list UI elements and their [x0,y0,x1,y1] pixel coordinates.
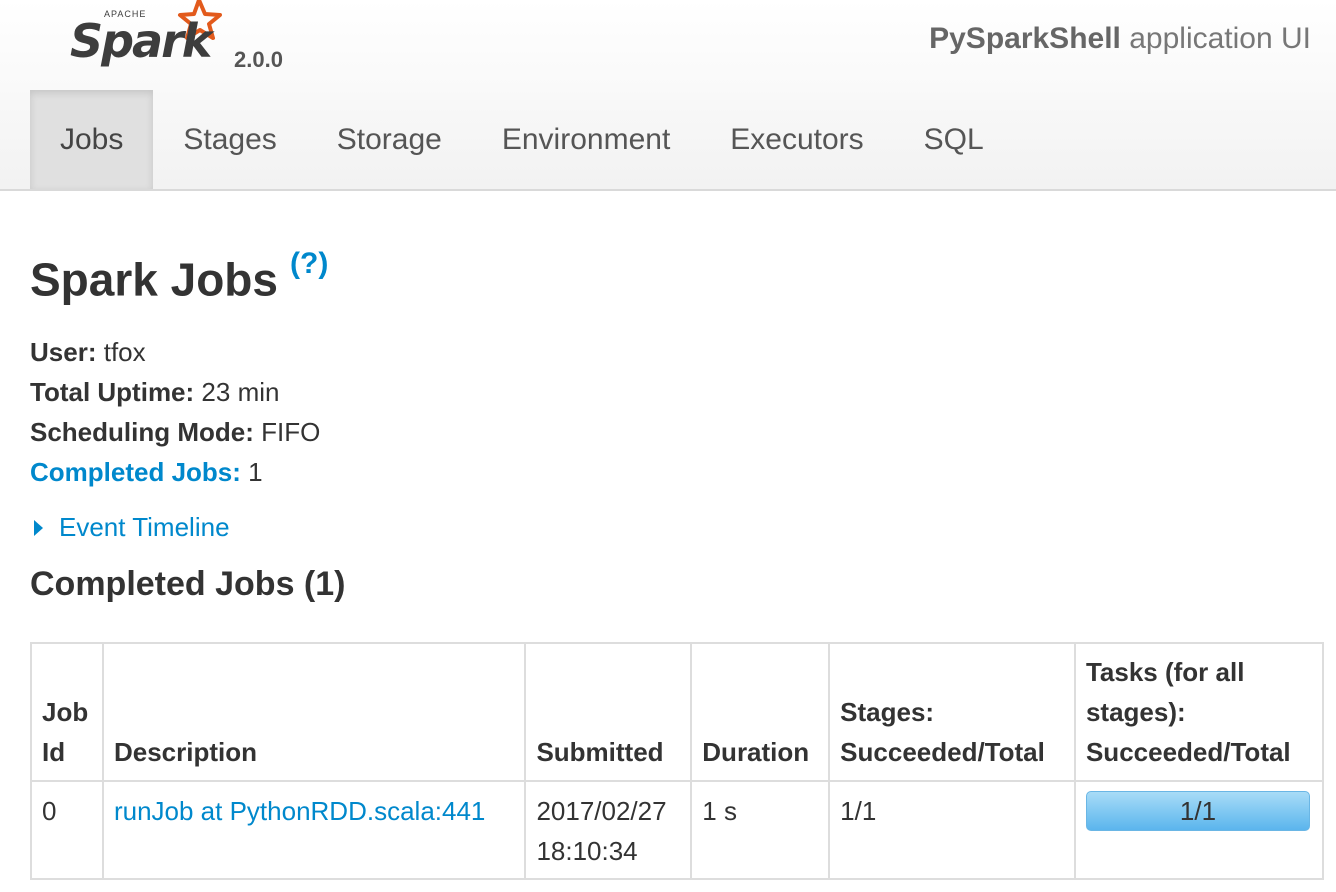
spark-logo[interactable]: APACHE Spark 2.0.0 [66,0,296,84]
main-content: Spark Jobs (?) User: tfox Total Uptime: 2… [30,230,1326,604]
summary-completed: Completed Jobs: 1 [30,452,1326,492]
tab-storage[interactable]: Storage [307,90,472,189]
summary-user: User: tfox [30,332,1326,372]
nav-tabs: Jobs Stages Storage Environment Executor… [30,90,1014,189]
header-description[interactable]: Description [101,642,527,782]
app-suffix: application UI [1129,22,1311,55]
navbar: APACHE Spark 2.0.0 PySparkShell applicat… [0,0,1336,191]
completed-jobs-value: 1 [248,457,263,488]
header-submitted[interactable]: Submitted [524,642,693,782]
header-stages[interactable]: Stages: Succeeded/Total [828,642,1076,782]
table-header-row: Job Id Description Submitted Duration St… [30,642,1325,782]
table-row: 0 runJob at PythonRDD.scala:441 2017/02/… [30,780,1325,880]
expand-arrow-icon [34,519,43,536]
event-timeline-toggle[interactable]: Event Timeline [30,512,1326,543]
tab-sql[interactable]: SQL [894,90,1014,189]
tab-executors[interactable]: Executors [700,90,893,189]
cell-tasks: 1/1 [1073,780,1325,880]
cell-stages: 1/1 [828,780,1076,880]
job-description-link[interactable]: runJob at PythonRDD.scala:441 [114,796,485,826]
scheduling-label: Scheduling Mode: [30,417,254,448]
header-duration[interactable]: Duration [690,642,831,782]
page-title: Spark Jobs (?) [30,249,1326,306]
cell-duration: 1 s [690,780,831,880]
tab-environment[interactable]: Environment [472,90,700,189]
header-tasks[interactable]: Tasks (for all stages): Succeeded/Total [1073,642,1325,782]
help-link[interactable]: (?) [290,247,328,280]
scheduling-value: FIFO [261,417,321,448]
uptime-value: 23 min [201,377,280,408]
user-label: User: [30,337,97,368]
submitted-time: 18:10:34 [536,836,638,866]
header-job-id[interactable]: Job Id [30,642,104,782]
page-title-text: Spark Jobs [30,253,278,306]
app-title: PySparkShell application UI [929,22,1311,56]
app-name: PySparkShell [929,22,1121,55]
submitted-date: 2017/02/27 [536,796,667,826]
spark-version: 2.0.0 [234,47,283,72]
brand-name: Spark [70,14,212,68]
completed-jobs-heading[interactable]: Completed Jobs (1) [30,565,1326,604]
summary-scheduling: Scheduling Mode: FIFO [30,412,1326,452]
cell-description: runJob at PythonRDD.scala:441 [101,780,527,880]
completed-jobs-link[interactable]: Completed Jobs: [30,457,241,487]
completed-jobs-table: Job Id Description Submitted Duration St… [30,642,1325,880]
summary-uptime: Total Uptime: 23 min [30,372,1326,412]
cell-job-id: 0 [30,780,104,880]
uptime-label: Total Uptime: [30,377,195,408]
event-timeline-label: Event Timeline [59,512,230,543]
cell-submitted: 2017/02/27 18:10:34 [524,780,693,880]
tab-stages[interactable]: Stages [153,90,306,189]
tab-jobs[interactable]: Jobs [30,90,154,189]
tasks-progress-bar: 1/1 [1085,791,1310,831]
tasks-progress-label: 1/1 [1179,796,1217,826]
user-value: tfox [103,337,146,368]
summary-list: User: tfox Total Uptime: 23 min Scheduli… [30,332,1326,492]
